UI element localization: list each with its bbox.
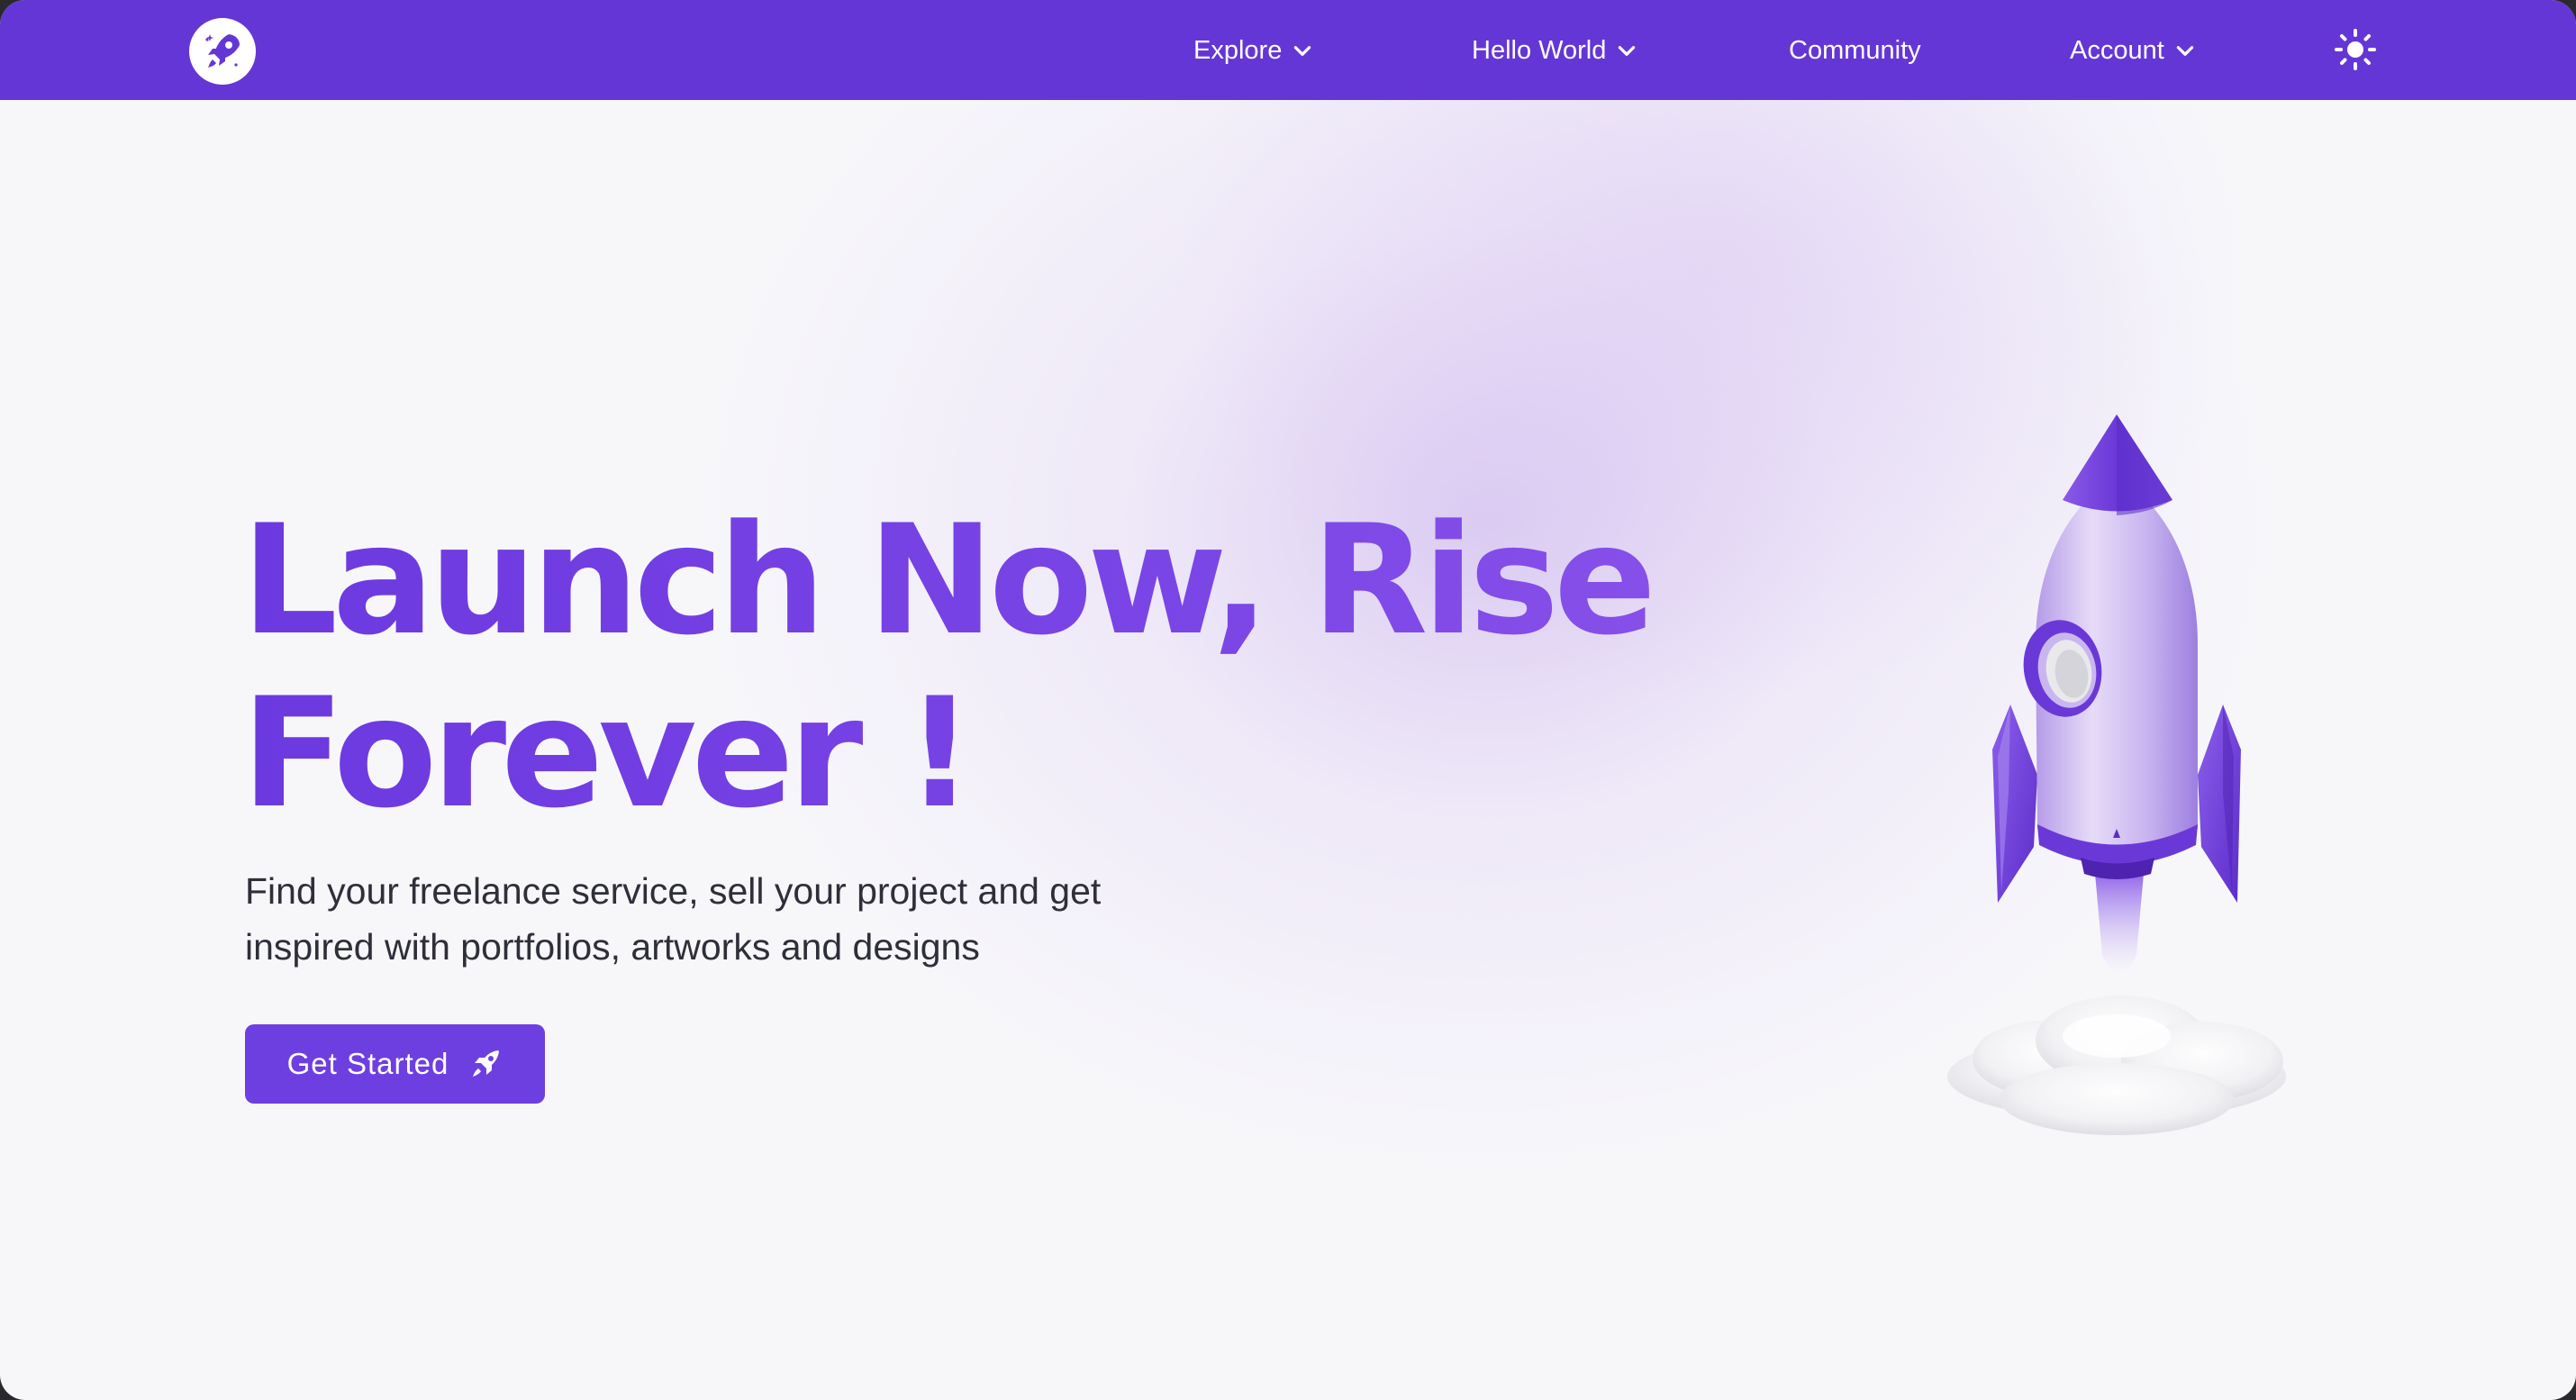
landing-page: Explore Hello World Community Account La…	[0, 0, 2576, 1400]
nav-item-label: Account	[2070, 35, 2164, 65]
nav-item-community[interactable]: Community	[1789, 31, 1921, 70]
chevron-down-icon	[1294, 46, 1311, 56]
chevron-down-icon	[1619, 46, 1636, 56]
hero-headline: Launch Now, Rise Forever !	[241, 494, 1773, 840]
nav-item-label: Explore	[1193, 35, 1283, 65]
hero-subtitle-line-1: Find your freelance service, sell your p…	[245, 870, 1102, 912]
get-started-label: Get Started	[286, 1047, 449, 1080]
nav-item-account[interactable]: Account	[2070, 31, 2197, 70]
sun-icon	[2335, 29, 2376, 70]
top-navbar: Explore Hello World Community Account	[0, 0, 2576, 100]
hero-headline-line-1: Launch Now, Rise	[241, 492, 1651, 668]
rocket-icon	[473, 1050, 500, 1077]
chevron-down-icon	[2176, 46, 2194, 56]
nav-item-hello-world[interactable]: Hello World	[1472, 31, 1638, 70]
nav-item-explore[interactable]: Explore	[1193, 31, 1314, 70]
rocket-logo-icon[interactable]	[189, 18, 256, 85]
theme-toggle-button[interactable]	[2335, 29, 2376, 70]
nav-item-label: Community	[1789, 35, 1921, 65]
hero-headline-line-2: Forever !	[241, 665, 969, 841]
hero-subtitle: Find your freelance service, sell your p…	[245, 863, 1236, 975]
rocket-launch-illustration	[1937, 414, 2297, 1162]
hero-subtitle-line-2: inspired with portfolios, artworks and d…	[245, 926, 980, 968]
get-started-button[interactable]: Get Started	[245, 1024, 545, 1104]
nav-item-label: Hello World	[1472, 35, 1607, 65]
